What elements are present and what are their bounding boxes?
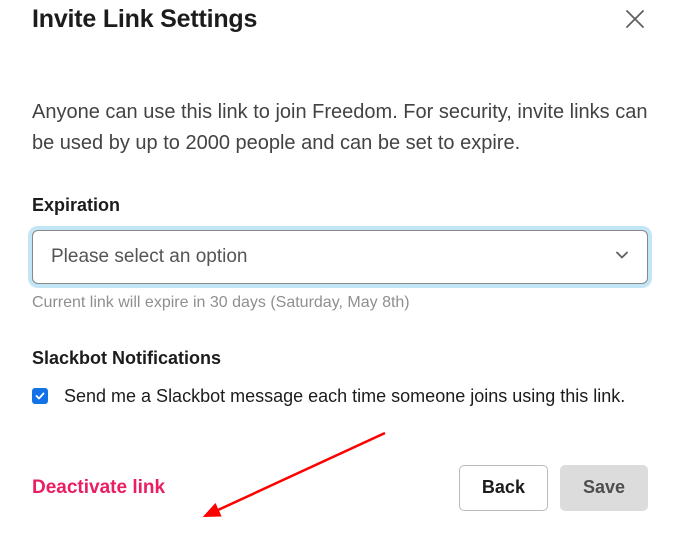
modal-header: Invite Link Settings <box>32 0 648 37</box>
deactivate-link-button[interactable]: Deactivate link <box>32 477 165 499</box>
expiration-select[interactable]: Please select an option <box>32 230 648 284</box>
save-button[interactable]: Save <box>560 465 648 511</box>
checkmark-icon <box>35 391 45 401</box>
modal-title: Invite Link Settings <box>32 5 257 34</box>
close-icon <box>626 7 644 34</box>
notifications-label: Slackbot Notifications <box>32 348 648 369</box>
notifications-checkbox-row: Send me a Slackbot message each time som… <box>32 383 648 411</box>
back-button[interactable]: Back <box>459 465 548 511</box>
notifications-checkbox-label: Send me a Slackbot message each time som… <box>64 383 625 411</box>
notifications-checkbox[interactable] <box>32 388 48 404</box>
expiration-select-value: Please select an option <box>51 246 247 268</box>
expiration-label: Expiration <box>32 195 648 216</box>
button-group: Back Save <box>459 465 648 511</box>
modal-footer: Deactivate link Back Save <box>32 465 648 511</box>
expiration-select-wrap: Please select an option <box>32 230 648 284</box>
expiration-helper-text: Current link will expire in 30 days (Sat… <box>32 294 648 312</box>
invite-link-settings-modal: Invite Link Settings Anyone can use this… <box>0 0 680 511</box>
modal-description: Anyone can use this link to join Freedom… <box>32 97 648 159</box>
close-button[interactable] <box>622 5 648 37</box>
